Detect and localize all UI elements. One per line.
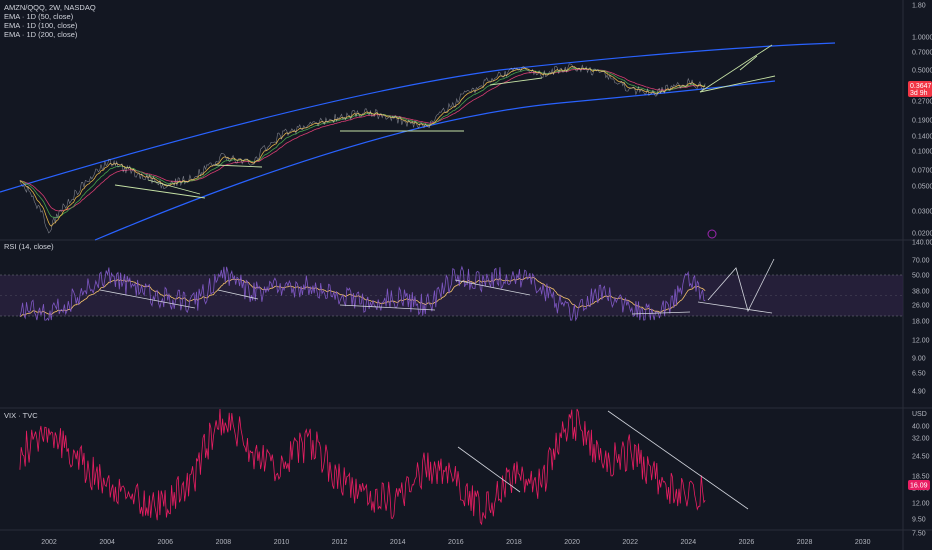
x-tick-label: 2012 xyxy=(332,539,348,546)
ema50-label[interactable]: EMA · 1D (50, close) xyxy=(4,12,96,21)
trendline xyxy=(214,164,263,168)
rsi-y-tick-label: 9.00 xyxy=(912,356,926,363)
x-tick-label: 2018 xyxy=(506,539,522,546)
rsi-y-tick-label: 140.00 xyxy=(912,240,932,247)
x-tick-label: 2026 xyxy=(739,539,755,546)
x-tick-label: 2008 xyxy=(216,539,232,546)
trendline xyxy=(699,75,776,93)
rsi-y-tick-label: 50.00 xyxy=(912,273,930,280)
rsi-legend[interactable]: RSI (14, close) xyxy=(4,242,54,251)
x-tick-label: 2002 xyxy=(41,539,57,546)
x-tick-label: 2028 xyxy=(797,539,813,546)
vix-y-tick-label: 7.50 xyxy=(912,531,926,538)
price-line xyxy=(19,63,706,234)
rsi-y-tick-label: 38.00 xyxy=(912,289,930,296)
x-tick-label: 2004 xyxy=(99,539,115,546)
rsi-y-tick-label: 18.00 xyxy=(912,319,930,326)
vix-y-tick-label: 12.00 xyxy=(912,501,930,508)
main-y-tick-label: 0.1400 xyxy=(912,134,932,141)
x-tick-label: 2006 xyxy=(157,539,173,546)
vix-y-tick-label: 40.00 xyxy=(912,424,930,431)
trendline xyxy=(739,55,758,71)
main-y-tick-label: 0.0200 xyxy=(912,231,932,238)
ema100-label[interactable]: EMA · 1D (100, close) xyxy=(4,21,96,30)
vix-trendline xyxy=(607,410,749,510)
price-badge-countdown: 3d 9h xyxy=(910,90,928,97)
main-y-tick-label: 0.5000 xyxy=(912,68,932,75)
main-y-tick-label: 0.2700 xyxy=(912,99,932,106)
rsi-y-tick-label: 26.00 xyxy=(912,303,930,310)
ema200-label[interactable]: EMA · 1D (200, close) xyxy=(4,30,96,39)
x-tick-label: 2024 xyxy=(681,539,697,546)
x-tick-label: 2014 xyxy=(390,539,406,546)
vix-legend[interactable]: VIX · TVC xyxy=(4,411,38,420)
main-y-tick-label: 0.1900 xyxy=(912,118,932,125)
main-y-tick-label: 0.0300 xyxy=(912,209,932,216)
events-icon xyxy=(707,229,717,239)
chart-canvas[interactable]: 2002 2004 2006 2008 2010 2012 2014 2016 2018 2020… xyxy=(0,0,932,550)
trendline xyxy=(147,179,201,195)
main-y-tick-label: 0.0700 xyxy=(912,168,932,175)
rsi-y-tick-label: 4.90 xyxy=(912,389,926,396)
x-tick-label: 2016 xyxy=(448,539,464,546)
vix-y-tick-label: 32.00 xyxy=(912,436,930,443)
vix-badge-value: 16.09 xyxy=(910,483,928,490)
vix-y-tick-label: 9.50 xyxy=(912,517,926,524)
vix-y-tick-label: 24.50 xyxy=(912,454,930,461)
x-tick-label: 2022 xyxy=(622,539,638,546)
vix-unit-label: USD xyxy=(912,411,927,418)
rsi-y-tick-label: 70.00 xyxy=(912,258,930,265)
symbol-label[interactable]: AMZN/QQQ, 2W, NASDAQ xyxy=(4,3,96,12)
vix-line xyxy=(19,408,706,526)
channel-lower-line xyxy=(94,80,776,241)
ema200-line xyxy=(19,68,706,212)
x-tick-label: 2030 xyxy=(855,539,871,546)
main-y-tick-label: 1.0000 xyxy=(912,35,932,42)
x-tick-label: 2020 xyxy=(564,539,580,546)
vix-y-tick-label: 18.50 xyxy=(912,474,930,481)
main-y-tick-label: 0.0500 xyxy=(912,184,932,191)
price-badge-value: 0.3647 xyxy=(910,83,932,90)
main-y-tick-label: 0.7000 xyxy=(912,50,932,57)
main-y-tick-label: 1.80 xyxy=(912,3,926,10)
main-legend: AMZN/QQQ, 2W, NASDAQ EMA · 1D (50, close… xyxy=(4,3,96,39)
rsi-y-tick-label: 6.50 xyxy=(912,371,926,378)
rsi-y-tick-label: 12.00 xyxy=(912,338,930,345)
x-tick-label: 2010 xyxy=(274,539,290,546)
main-y-tick-label: 0.1000 xyxy=(912,149,932,156)
ema50-line xyxy=(19,66,706,227)
